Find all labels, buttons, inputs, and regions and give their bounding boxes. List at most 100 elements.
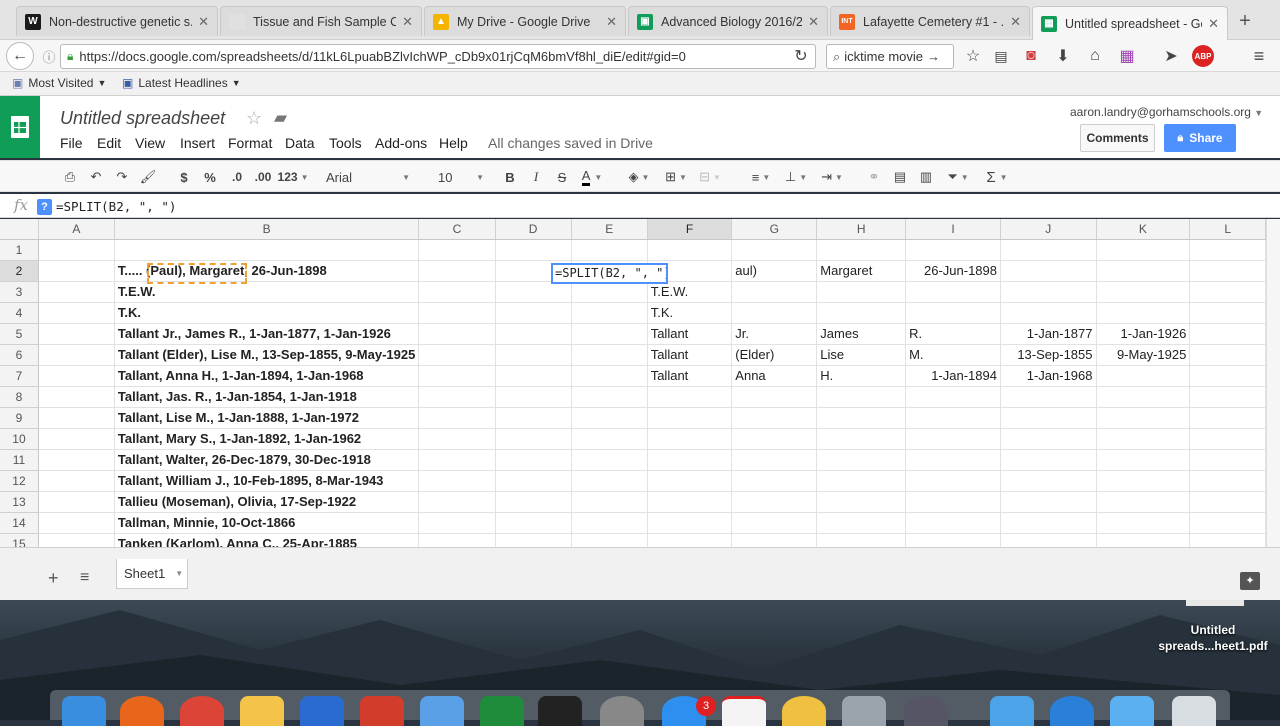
cell-l12[interactable] [1189, 470, 1266, 492]
cell-h8[interactable] [816, 386, 907, 408]
url-bar[interactable]: 🔒︎ https://docs.google.com/spreadsheets/… [60, 44, 816, 69]
column-header[interactable]: A [38, 219, 115, 240]
cell-h11[interactable] [816, 449, 907, 471]
italic-button[interactable]: I [528, 167, 544, 187]
functions-button[interactable]: Σ ▼ [982, 167, 1012, 187]
text-color-button[interactable]: A ▼ [576, 167, 608, 187]
cell-l14[interactable] [1189, 512, 1266, 534]
row-header[interactable]: 9 [0, 407, 39, 429]
cell-k15[interactable] [1096, 533, 1191, 547]
column-header[interactable]: E [571, 219, 648, 240]
cell-d6[interactable] [495, 344, 572, 366]
cell-b3[interactable]: T.E.W. [114, 281, 420, 303]
cell-k5[interactable]: 1-Jan-1926 [1096, 323, 1191, 345]
cell-f8[interactable] [647, 386, 733, 408]
cell-c3[interactable] [418, 281, 496, 303]
close-tab-icon[interactable]: ✕ [606, 14, 617, 30]
cell-h9[interactable] [816, 407, 907, 429]
more-formats-button[interactable]: 123 ▼ [278, 167, 309, 187]
acrobat-icon[interactable] [722, 696, 766, 726]
row-header[interactable]: 8 [0, 386, 39, 408]
menu-insert[interactable]: Insert [180, 135, 215, 151]
cell-j12[interactable] [1000, 470, 1097, 492]
downloads-folder-icon[interactable] [1110, 696, 1154, 726]
cell-a5[interactable] [38, 323, 115, 345]
column-header[interactable]: J [1000, 219, 1097, 240]
cell-h5[interactable]: James [816, 323, 907, 345]
redo-icon[interactable]: ↷ [112, 167, 132, 187]
cell-k12[interactable] [1096, 470, 1191, 492]
column-header[interactable]: B [114, 219, 420, 240]
column-header[interactable]: I [905, 219, 1001, 240]
cell-f11[interactable] [647, 449, 733, 471]
font-family-select[interactable]: Arial ▼ [326, 167, 410, 187]
cell-c9[interactable] [418, 407, 496, 429]
cell-a2[interactable] [38, 260, 115, 282]
cell-i12[interactable] [905, 470, 1001, 492]
menu-edit[interactable]: Edit [97, 135, 121, 151]
cell-k13[interactable] [1096, 491, 1191, 513]
cell-j3[interactable] [1000, 281, 1097, 303]
cell-e7[interactable] [571, 365, 648, 387]
star-icon[interactable]: ☆ [246, 108, 262, 129]
cell-k7[interactable] [1096, 365, 1191, 387]
cell-a14[interactable] [38, 512, 115, 534]
browser-tab[interactable]: ▦ Untitled spreadsheet - Go... ✕ [1032, 6, 1228, 40]
align-horizontal-icon[interactable]: ≡ ▼ [746, 167, 776, 187]
cell-g5[interactable]: Jr. [731, 323, 818, 345]
cell-l13[interactable] [1189, 491, 1266, 513]
cell-c10[interactable] [418, 428, 496, 450]
folder-icon[interactable]: ▰ [274, 108, 287, 128]
cell-e12[interactable] [571, 470, 648, 492]
cell-i7[interactable]: 1-Jan-1894 [905, 365, 1001, 387]
cell-e4[interactable] [571, 302, 648, 324]
cell-e13[interactable] [571, 491, 648, 513]
cell-f13[interactable] [647, 491, 733, 513]
cell-b14[interactable]: Tallman, Minnie, 10-Oct-1866 [114, 512, 420, 534]
cell-d13[interactable] [495, 491, 572, 513]
currency-format-button[interactable]: $ [176, 167, 192, 187]
paint-format-icon[interactable]: 🖌︎ [138, 167, 158, 187]
send-icon[interactable]: ➤ [1158, 43, 1184, 69]
cell-c5[interactable] [418, 323, 496, 345]
menu-help[interactable]: Help [439, 135, 468, 151]
cell-d4[interactable] [495, 302, 572, 324]
cell-d12[interactable] [495, 470, 572, 492]
chevron-down-icon[interactable]: ▼ [175, 569, 183, 578]
reload-icon[interactable]: ↻ [788, 43, 814, 69]
cell-i1[interactable] [905, 239, 1001, 261]
insert-comment-icon[interactable]: ▤ [890, 167, 910, 187]
cell-i15[interactable] [905, 533, 1001, 547]
cell-c2[interactable] [418, 260, 496, 282]
cell-c6[interactable] [418, 344, 496, 366]
cell-k8[interactable] [1096, 386, 1191, 408]
column-header[interactable]: G [731, 219, 818, 240]
cell-f5[interactable]: Tallant [647, 323, 733, 345]
cell-d15[interactable] [495, 533, 572, 547]
percent-format-button[interactable]: % [202, 167, 218, 187]
browser-tab[interactable]: ▲ My Drive - Google Drive ✕ [424, 6, 626, 36]
cell-a4[interactable] [38, 302, 115, 324]
adblock-icon[interactable]: ABP [1192, 45, 1214, 67]
cell-i4[interactable] [905, 302, 1001, 324]
column-header[interactable]: L [1189, 219, 1266, 240]
browser-tab[interactable]: ▣ Advanced Biology 2016/2... ✕ [628, 6, 828, 36]
menu-addons[interactable]: Add-ons [375, 135, 427, 151]
chrome-icon[interactable] [180, 696, 224, 726]
close-tab-icon[interactable]: ✕ [402, 14, 413, 30]
row-header[interactable]: 14 [0, 512, 39, 534]
cell-k11[interactable] [1096, 449, 1191, 471]
account-email[interactable]: aaron.landry@gorhamschools.org ▼ [1070, 105, 1263, 119]
cell-k3[interactable] [1096, 281, 1191, 303]
cell-i6[interactable]: M. [905, 344, 1001, 366]
share-button[interactable]: 🔒︎ Share [1164, 124, 1236, 152]
cell-j9[interactable] [1000, 407, 1097, 429]
cell-j11[interactable] [1000, 449, 1097, 471]
cell-e1[interactable] [571, 239, 648, 261]
fill-color-icon[interactable]: ◈ ▼ [624, 167, 654, 187]
row-header[interactable]: 5 [0, 323, 39, 345]
cell-l4[interactable] [1189, 302, 1266, 324]
cell-g2[interactable]: aul) [731, 260, 818, 282]
cell-a11[interactable] [38, 449, 115, 471]
cell-d10[interactable] [495, 428, 572, 450]
